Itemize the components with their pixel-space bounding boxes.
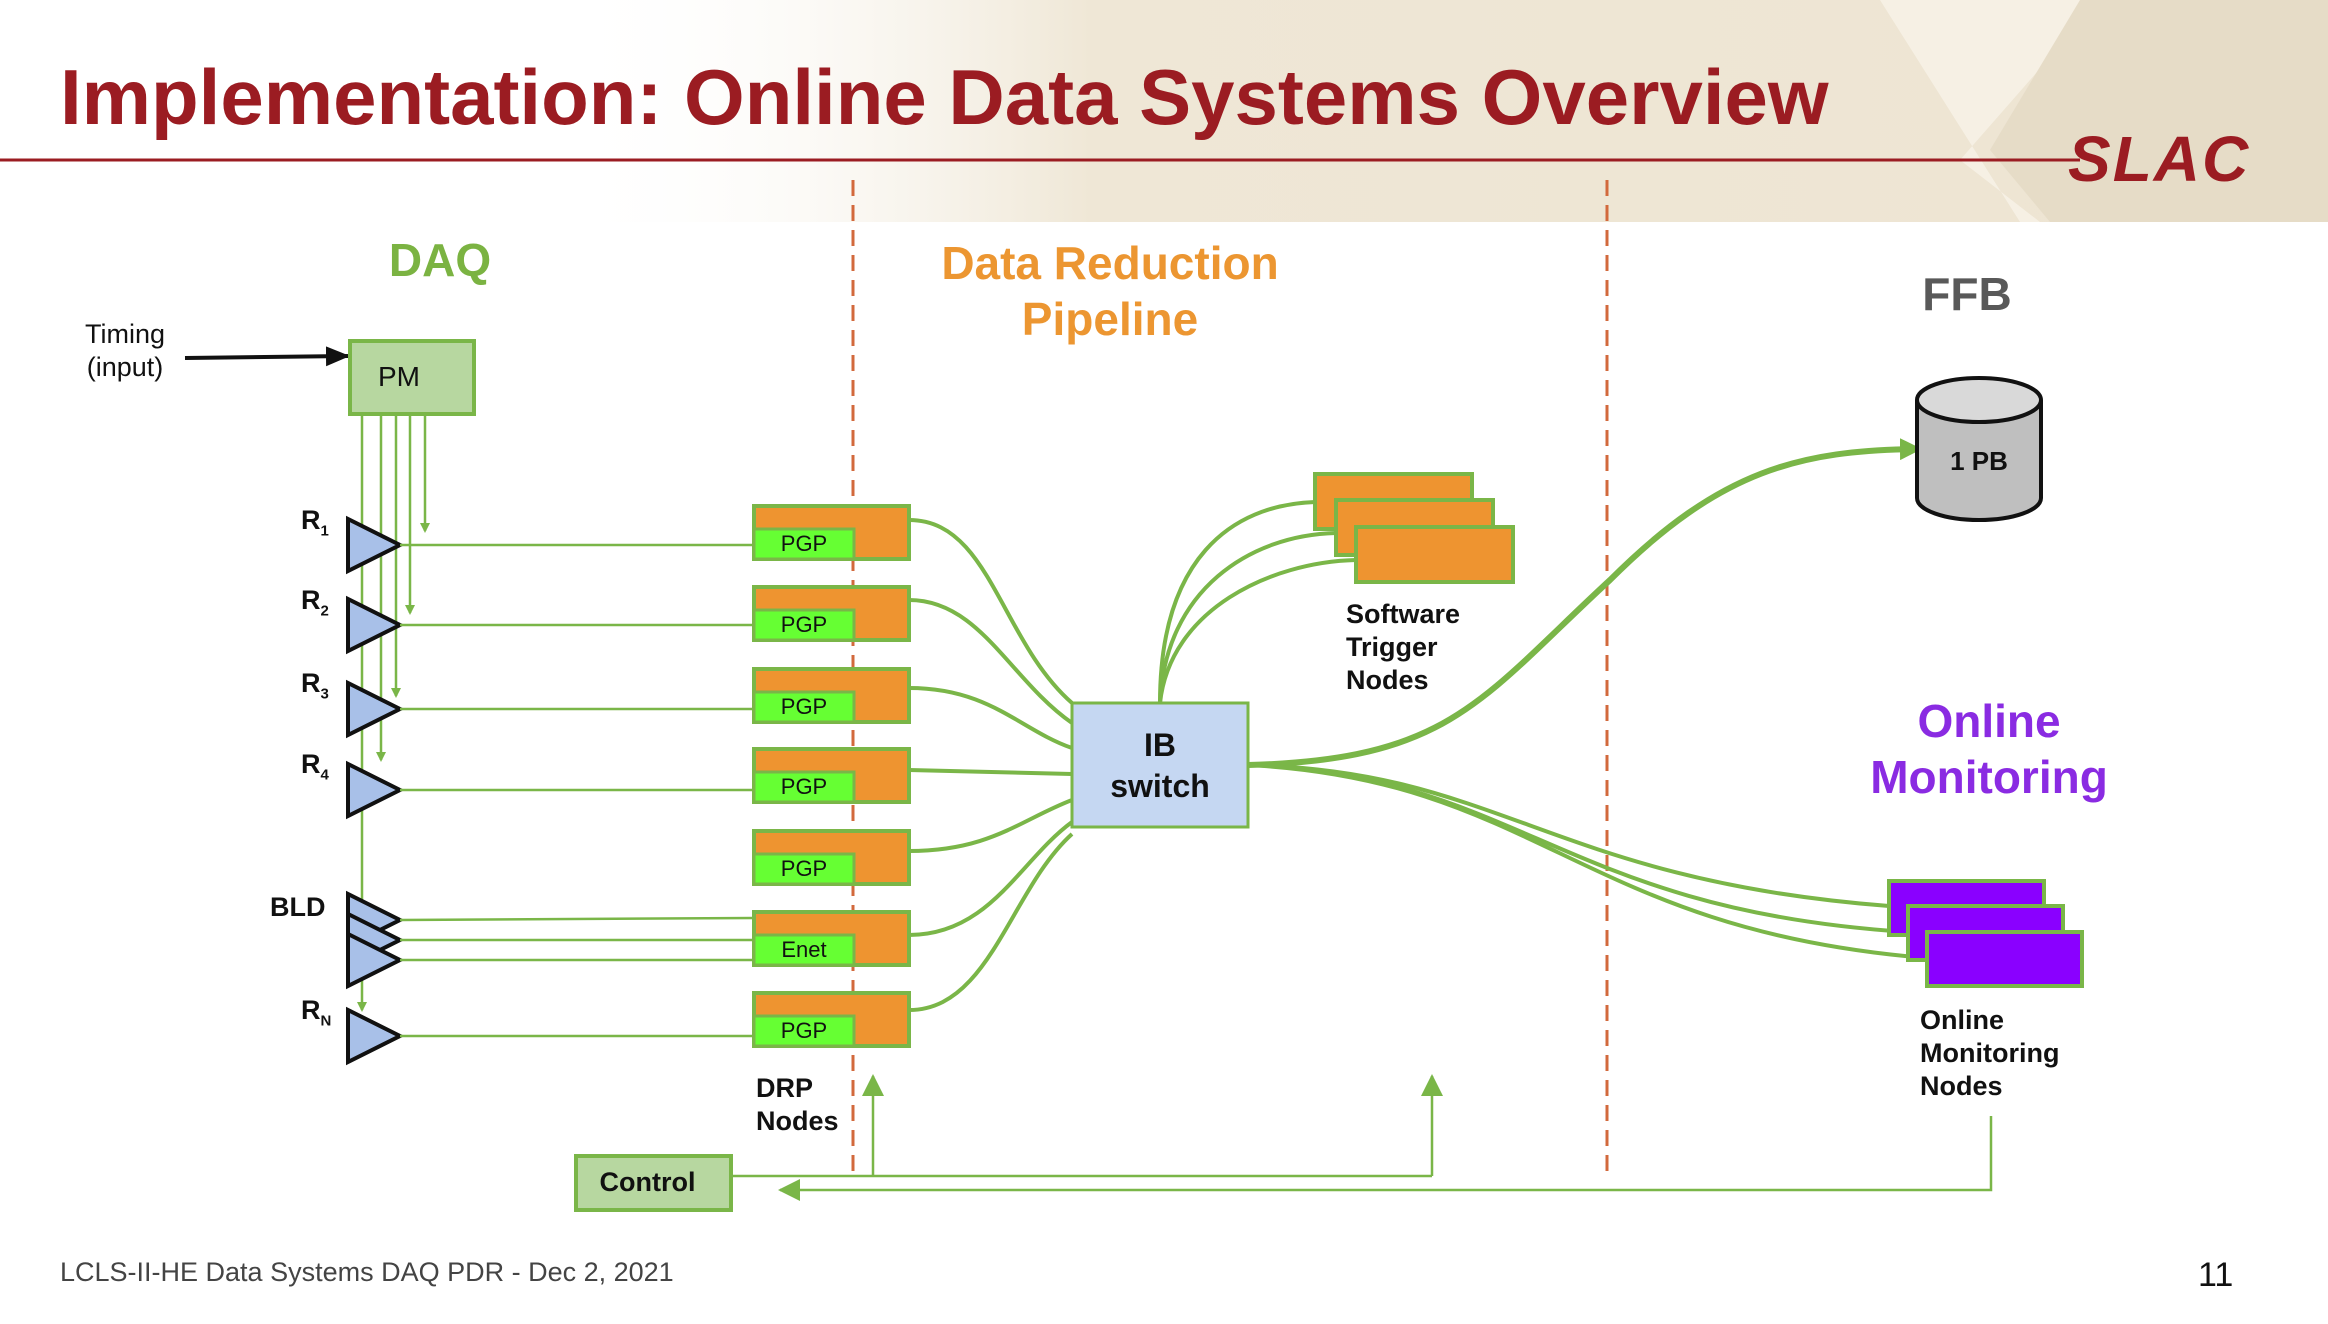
- drp-port-label-2: PGP: [780, 612, 828, 637]
- drp-port-label-1: PGP: [780, 531, 828, 556]
- receiver-label-bld: BLD: [270, 892, 326, 922]
- page-number: 11: [2198, 1256, 2234, 1294]
- online-monitoring-nodes: [1887, 879, 2084, 988]
- drp-port-label-4: PGP: [780, 774, 828, 799]
- receiver-label-r3: R3: [301, 668, 329, 703]
- drp-port-label-3: PGP: [780, 694, 828, 719]
- drp-port-label-7: PGP: [780, 1018, 828, 1043]
- pm-label: PM: [378, 361, 420, 392]
- architecture-diagram: [184, 180, 2084, 1212]
- receiver-r2: [346, 595, 405, 655]
- receiver-r4: [346, 760, 405, 820]
- software-trigger-nodes: [1313, 472, 1515, 584]
- receiver-label-r4: R4: [301, 749, 329, 784]
- software-trigger-label: Software Trigger Nodes: [1346, 599, 1461, 695]
- receiver-r1: [346, 515, 405, 575]
- timing-arrow: [184, 346, 350, 367]
- receiver-label-r2: R2: [301, 585, 329, 620]
- section-label-online-monitoring: Online Monitoring: [1870, 695, 2108, 803]
- switch-to-trigger-links: [1158, 500, 1357, 704]
- slide-footer: LCLS-II-HE Data Systems DAQ PDR - Dec 2,…: [60, 1257, 674, 1287]
- control-lines: [733, 1074, 1993, 1201]
- switch-to-monitor-links: [1247, 763, 1928, 960]
- online-monitoring-nodes-label: Online Monitoring Nodes: [1920, 1005, 2060, 1101]
- receiver-to-drp-lines: [399, 543, 755, 1038]
- receiver-label-r1: R1: [301, 505, 329, 540]
- section-label-drp: Data Reduction Pipeline: [941, 237, 1279, 345]
- drp-to-switch-links: [908, 518, 1074, 1012]
- section-label-daq: DAQ: [388, 234, 492, 286]
- receiver-r3: [346, 679, 405, 739]
- control-label: Control: [599, 1167, 696, 1197]
- drp-port-label-6: Enet: [781, 937, 827, 962]
- receiver-rn: [346, 1006, 405, 1066]
- drp-nodes-label: DRP Nodes: [756, 1073, 839, 1136]
- storage-label: 1 PB: [1950, 446, 2008, 476]
- ib-switch-label: IB switch: [1110, 727, 1210, 804]
- receiver-label-rn: RN: [301, 995, 332, 1030]
- drp-port-label-5: PGP: [780, 856, 828, 881]
- receiver-triangles: [346, 515, 405, 1066]
- timing-input-label: Timing (input): [84, 319, 165, 382]
- section-label-ffb: FFB: [1922, 268, 2012, 320]
